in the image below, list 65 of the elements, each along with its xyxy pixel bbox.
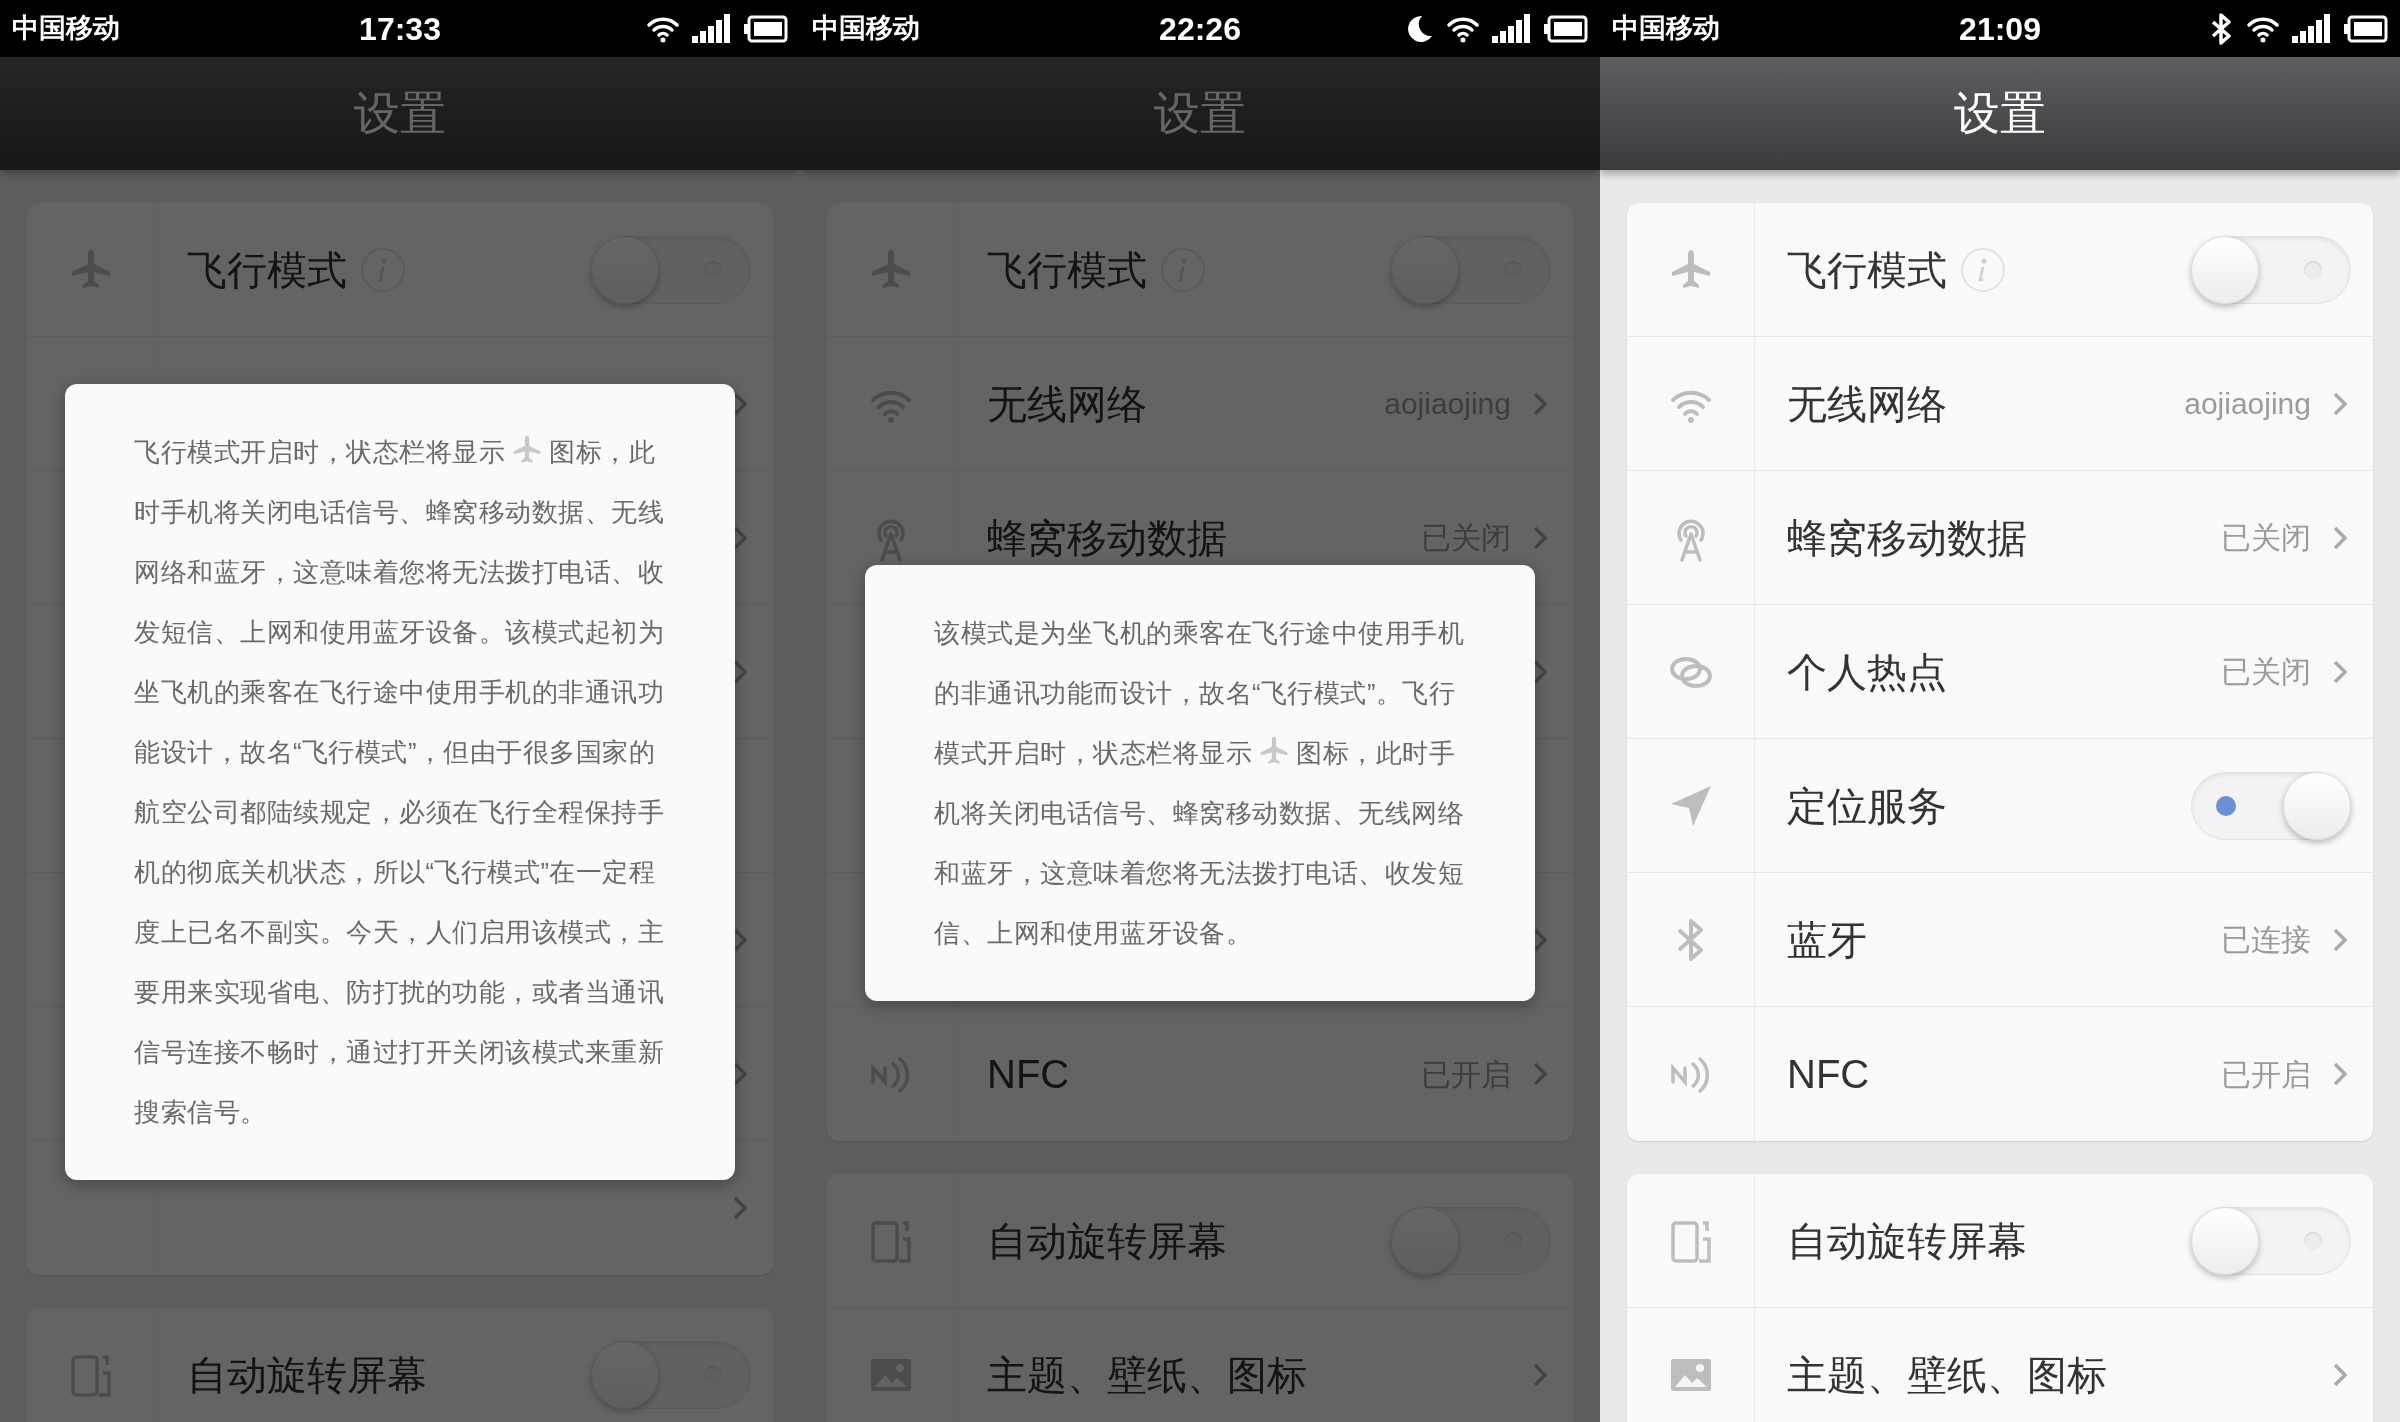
chevron-right-icon [1533, 1062, 1547, 1086]
toggle-switch[interactable] [1391, 1206, 1551, 1275]
dialog-text: 该模式是为坐飞机的乘客在飞行途中使用手机的非通讯功能而设计，故名“飞行模式”。飞行模式开启时，状态栏将显示 图标，此时手机将关闭电话信号、蜂窝移动数据、无线网络和蓝牙，这意味着您将无法拨打电话、收发短信、上网和使用蓝牙设备。 [934, 618, 1465, 949]
dialog-text: 飞行模式开启时，状态栏将显示 图标，此时手机将关闭电话信号、蜂窝移动数据、无线网络和蓝牙，这意味着您将无法拨打电话、收发短信、上网和使用蓝牙设备。该模式起初为坐飞机的乘客在飞行途中使用手机的非通讯功能设计，故名“飞行模式”，但由于很多国家的航空公司都陆续规定，必须在飞行全程保持手机的彻底关机状态，所以“飞行模式”在一定程度上已名不副实。今天，人们启用该模式，主要用来实现省电、防打扰的功能，或者当通讯信号连接不畅时，通过打开关闭该模式来重新搜索信号。 [134, 422, 666, 1142]
setting-label: 飞行模式 [187, 246, 347, 294]
setting-value: 已关闭 [2221, 654, 2311, 690]
chevron-right-icon [1533, 391, 1547, 416]
chevron-right-icon [2333, 927, 2347, 952]
setting-label: 个人热点 [1787, 648, 1947, 696]
screen-title: 设置 [354, 86, 446, 141]
setting-label: 主题、壁纸、图标 [1787, 1352, 2107, 1399]
setting-value: 已连接 [2221, 922, 2311, 958]
carrier-name: 中国移动 [1612, 12, 1720, 46]
toggle-switch[interactable] [591, 1341, 751, 1409]
setting-value: 已关闭 [2221, 520, 2311, 556]
signal-bars-icon [692, 13, 732, 44]
screen-title: 设置 [1154, 86, 1246, 141]
chevron-right-icon [2333, 525, 2347, 550]
setting-label: 自动旋转屏幕 [187, 1352, 427, 1399]
setting-label: 无线网络 [987, 380, 1147, 428]
clock-time: 17:33 [359, 9, 441, 49]
chevron-right-icon [733, 391, 747, 416]
setting-label: 蓝牙 [1787, 916, 1867, 964]
battery-icon [1544, 14, 1588, 43]
signal-bars-icon [1492, 13, 1532, 44]
setting-label: 自动旋转屏幕 [1787, 1217, 2027, 1265]
signal-bars-icon [2292, 13, 2332, 44]
info-icon[interactable] [1961, 247, 2005, 292]
toggle-switch[interactable] [2191, 1206, 2351, 1275]
setting-label: NFC [1787, 1051, 1870, 1098]
carrier-name: 中国移动 [812, 12, 920, 46]
setting-value: aojiaojing [2184, 386, 2311, 422]
setting-label: 自动旋转屏幕 [987, 1217, 1227, 1265]
clock-time: 22:26 [1159, 9, 1241, 49]
chevron-right-icon [733, 1196, 747, 1220]
chevron-right-icon [1533, 1363, 1547, 1387]
screen-title: 设置 [1954, 86, 2046, 141]
toggle-switch[interactable] [2191, 235, 2351, 304]
chevron-right-icon [733, 525, 747, 550]
setting-label: 主题、壁纸、图标 [987, 1352, 1307, 1399]
chevron-right-icon [1533, 659, 1547, 684]
setting-label: 飞行模式 [1787, 246, 1947, 294]
battery-icon [2344, 14, 2388, 43]
chevron-right-icon [2333, 1363, 2347, 1387]
clock-time: 21:09 [1959, 9, 2041, 49]
setting-label: 蜂窝移动数据 [987, 514, 1227, 562]
chevron-right-icon [733, 927, 747, 952]
chevron-right-icon [733, 1061, 747, 1086]
setting-label: NFC [987, 1051, 1070, 1098]
chevron-right-icon [2333, 1062, 2347, 1086]
chevron-right-icon [2333, 659, 2347, 684]
chevron-right-icon [1533, 525, 1547, 550]
chevron-right-icon [1533, 927, 1547, 952]
setting-label: 定位服务 [1787, 782, 1947, 830]
toggle-switch[interactable] [2191, 771, 2351, 840]
setting-label: 无线网络 [1787, 380, 1947, 428]
setting-label: 蜂窝移动数据 [1787, 514, 2027, 562]
carrier-name: 中国移动 [12, 12, 120, 46]
toggle-switch[interactable] [591, 235, 751, 304]
chevron-right-icon [733, 659, 747, 684]
toggle-switch[interactable] [1391, 235, 1551, 304]
battery-icon [744, 14, 788, 43]
chevron-right-icon [2333, 391, 2347, 416]
setting-value: 已开启 [2221, 1056, 2311, 1093]
setting-label: 飞行模式 [987, 246, 1147, 294]
